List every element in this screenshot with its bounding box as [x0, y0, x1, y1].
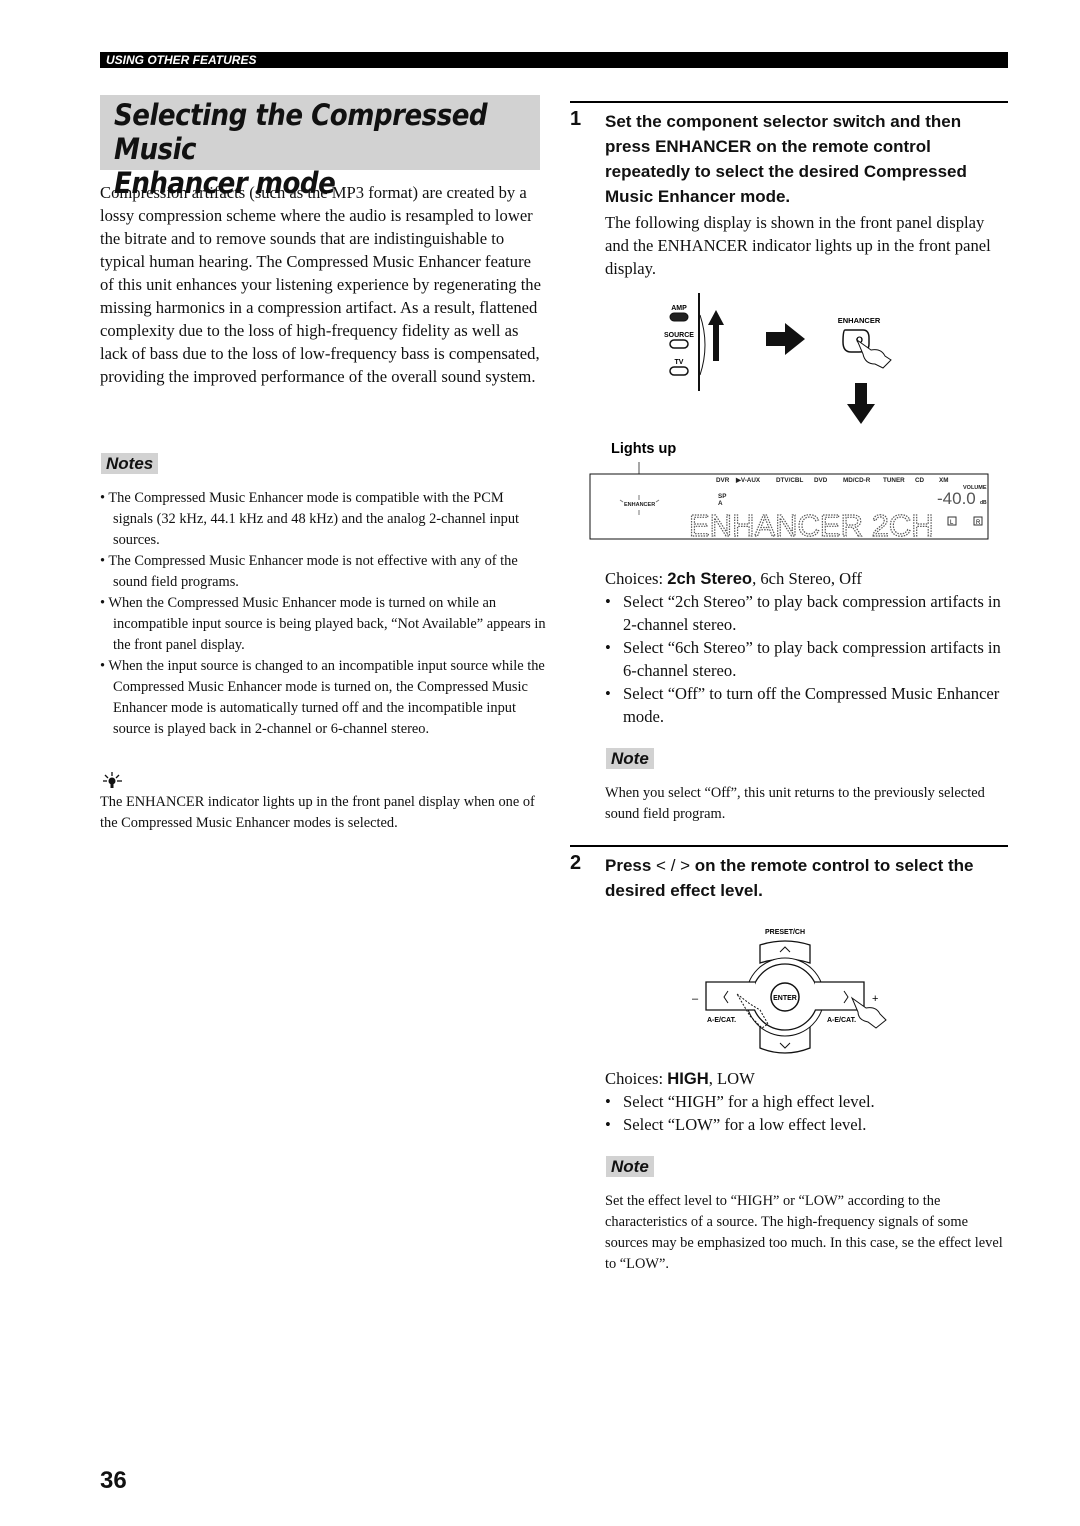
tv-label: TV — [675, 359, 684, 366]
choices-label: Choices: — [605, 1069, 668, 1088]
note-item: When the input source is changed to an i… — [100, 656, 546, 740]
sp-indicator: SP — [718, 493, 726, 500]
enhancer-indicator: ENHANCER — [624, 502, 655, 508]
sp-a-indicator: A — [718, 500, 723, 507]
input-dtvcbl: DTV/CBL — [776, 477, 803, 484]
tip-text: The ENHANCER indicator lights up in the … — [100, 794, 535, 831]
input-dvd: DVD — [814, 477, 828, 484]
component-selector: AMP SOURCE TV — [664, 293, 706, 391]
notes-list: The Compressed Music Enhancer mode is co… — [100, 488, 546, 740]
choices-rest: , 6ch Stereo, Off — [752, 569, 862, 588]
front-panel-display: DVR ▶V-AUX DTV/CBL DVD MD/CD-R TUNER CD … — [589, 473, 989, 544]
notes-label-box: Notes — [101, 453, 159, 474]
step-2-note-box: Note — [606, 1156, 654, 1177]
section-header-bar: USING OTHER FEATURES — [100, 52, 1008, 68]
plus-label: + — [872, 993, 878, 1005]
notes-label: Notes — [101, 453, 159, 474]
note-item: The Compressed Music Enhancer mode is co… — [100, 488, 546, 551]
step-2-bullets: Select “HIGH” for a high effect level. S… — [605, 1090, 1010, 1136]
source-label: SOURCE — [664, 332, 694, 339]
choices-rest: , LOW — [708, 1069, 755, 1088]
lights-up-label: Lights up — [611, 441, 676, 457]
preset-ch-label: PRESET/CH — [765, 929, 805, 936]
pressing-hand-icon — [850, 996, 887, 1029]
bullet-item: Select “HIGH” for a high effect level. — [605, 1090, 1010, 1113]
pressing-hand-icon — [855, 338, 892, 369]
db-label: dB — [980, 500, 987, 506]
enter-label: ENTER — [773, 995, 797, 1002]
step-1-note-box: Note — [606, 748, 654, 769]
note-item: When the Compressed Music Enhancer mode … — [100, 593, 546, 656]
arrow-right-icon — [766, 323, 805, 355]
step-1-text: The following display is shown in the fr… — [605, 213, 991, 278]
left-button — [705, 981, 755, 1011]
step-2-choices: Choices: HIGH, LOW — [605, 1067, 1010, 1090]
choices-label: Choices: — [605, 569, 668, 588]
step-2-rule — [570, 845, 1008, 847]
remote-cursor-figure: PRESET/CH ENTER – + A-E/CAT. A-E/CAT. — [692, 929, 887, 1054]
page-number: 36 — [100, 1467, 127, 1494]
input-mdcdr: MD/CD-R — [843, 477, 871, 484]
note-item: The Compressed Music Enhancer mode is no… — [100, 551, 546, 593]
arrow-up-icon — [708, 310, 724, 361]
input-vaux: ▶V-AUX — [735, 477, 761, 484]
right-channel-indicator: R — [976, 520, 981, 526]
choices-default: 2ch Stereo — [667, 569, 753, 588]
section-header: USING OTHER FEATURES — [106, 53, 257, 67]
title-line-1: Selecting the Compressed Music — [114, 98, 488, 166]
bullet-item: Select “Off” to turn off the Compressed … — [605, 682, 1010, 728]
intro-paragraph: Compression artifacts (such as the MP3 f… — [100, 183, 541, 386]
step-1-heading: Set the component selector switch and th… — [605, 112, 967, 206]
display-main-text: ENHANCER 2CH — [689, 508, 934, 543]
arrow-down-icon — [847, 383, 875, 424]
input-cd: CD — [915, 477, 925, 484]
bullet-item: Select “2ch Stereo” to play back compres… — [605, 590, 1010, 636]
step-2-note: Set the effect level to “HIGH” or “LOW” … — [605, 1193, 1003, 1272]
input-dvr: DVR — [716, 477, 730, 484]
cursor-keys: < / > — [656, 856, 691, 875]
title-box: Selecting the Compressed Music Enhancer m… — [100, 95, 540, 200]
step-1-choices: Choices: 2ch Stereo, 6ch Stereo, Off — [605, 567, 1010, 590]
step-1-number: 1 — [570, 108, 582, 130]
step-1-rule — [570, 101, 1008, 103]
volume-value: -40.0 — [937, 489, 976, 508]
choices-default: HIGH — [667, 1069, 709, 1088]
manual-page: USING OTHER FEATURES Selecting the Compr… — [0, 0, 1080, 1526]
enhancer-figure: AMP SOURCE TV ENHANCER O Lights up DVR ▶… — [589, 293, 989, 544]
amp-label: AMP — [671, 305, 687, 312]
step-2-heading: Press < / > on the remote control to sel… — [605, 856, 974, 900]
aecat-right-label: A-E/CAT. — [827, 1017, 856, 1024]
aecat-left-label: A-E/CAT. — [707, 1017, 736, 1024]
step-2-number: 2 — [570, 852, 582, 874]
enhancer-button-label: ENHANCER — [838, 316, 881, 325]
bullet-item: Select “LOW” for a low effect level. — [605, 1113, 1010, 1136]
input-tuner: TUNER — [883, 477, 905, 484]
minus-label: – — [692, 993, 699, 1005]
step-1-bullets: Select “2ch Stereo” to play back compres… — [605, 590, 1010, 728]
step-1-note: When you select “Off”, this unit returns… — [605, 785, 985, 822]
bullet-item: Select “6ch Stereo” to play back compres… — [605, 636, 1010, 682]
input-xm: XM — [939, 477, 948, 484]
note-label: Note — [606, 1156, 654, 1177]
note-label: Note — [606, 748, 654, 769]
